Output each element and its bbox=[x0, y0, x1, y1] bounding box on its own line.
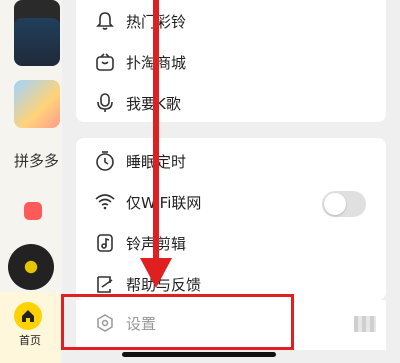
menu-item-label: 我要K歌 bbox=[126, 95, 181, 113]
blurred-thumbnail bbox=[354, 316, 376, 332]
menu-item-label: 热门彩铃 bbox=[126, 13, 187, 31]
music-note-icon bbox=[97, 234, 113, 252]
settings-item-inner: 设置 bbox=[76, 304, 386, 344]
home-icon bbox=[14, 302, 42, 330]
bell-icon bbox=[96, 12, 114, 30]
wifi-icon bbox=[95, 194, 115, 210]
toggle-knob bbox=[324, 193, 346, 215]
menu-item-label: 铃声剪辑 bbox=[126, 235, 187, 253]
tab-home[interactable]: 首页 bbox=[0, 292, 60, 363]
menu-item-label: 仅WiFi联网 bbox=[126, 194, 202, 212]
menu-item-help-feedback[interactable]: 帮助与反馈 bbox=[76, 265, 386, 305]
album-thumbnail-colorful[interactable] bbox=[14, 80, 60, 128]
menu-item-label: 帮助与反馈 bbox=[126, 276, 202, 294]
menu-item-label: 睡眠定时 bbox=[126, 153, 187, 171]
home-indicator[interactable] bbox=[122, 352, 276, 357]
red-badge-icon bbox=[24, 202, 42, 220]
shopping-bag-icon bbox=[96, 53, 114, 71]
menu-item-ringtone-edit[interactable]: 铃声剪辑 bbox=[76, 224, 386, 264]
microphone-icon bbox=[97, 93, 113, 112]
menu-group-1: 热门彩铃 扑淘商城 我要K歌 bbox=[76, 0, 386, 122]
wifi-only-toggle[interactable] bbox=[322, 191, 366, 217]
menu-item-shop[interactable]: 扑淘商城 bbox=[76, 43, 386, 83]
menu-item-settings[interactable]: 设置 bbox=[76, 300, 386, 350]
menu-item-label: 扑淘商城 bbox=[126, 54, 187, 72]
section-title: 拼多多 bbox=[14, 152, 60, 170]
settings-label: 设置 bbox=[126, 315, 157, 333]
feedback-icon bbox=[97, 276, 113, 293]
menu-item-sleep-timer[interactable]: 睡眠定时 bbox=[76, 142, 386, 182]
menu-group-2: 睡眠定时 仅WiFi联网 铃声剪辑 帮助与反馈 bbox=[76, 138, 386, 300]
menu-item-karaoke[interactable]: 我要K歌 bbox=[76, 84, 386, 124]
timer-icon bbox=[96, 151, 114, 171]
menu-item-wifi-only[interactable]: 仅WiFi联网 bbox=[76, 183, 386, 223]
vinyl-record-icon[interactable] bbox=[8, 244, 54, 290]
menu-item-hot-ringtones[interactable]: 热门彩铃 bbox=[76, 2, 386, 42]
side-drawer: 热门彩铃 扑淘商城 我要K歌 睡眠定时 仅WiFi联网 铃声剪辑 帮助与反馈 设… bbox=[62, 0, 400, 363]
settings-icon bbox=[97, 314, 113, 332]
album-thumbnail-house[interactable] bbox=[14, 18, 60, 66]
tab-home-label: 首页 bbox=[19, 334, 41, 347]
